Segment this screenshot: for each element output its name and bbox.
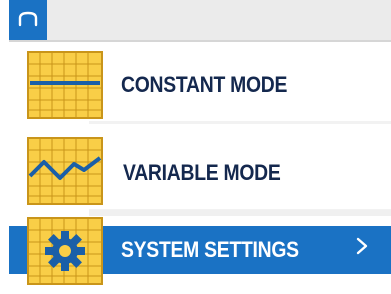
- constant-line-grid-icon: [27, 51, 103, 119]
- variable-wave-grid-icon: [27, 137, 103, 205]
- menu-item-variable-mode[interactable]: VARIABLE MODE: [9, 134, 391, 212]
- menu-item-label: VARIABLE MODE: [123, 160, 281, 185]
- menu-item-constant-mode[interactable]: CONSTANT MODE: [9, 46, 391, 124]
- home-button[interactable]: [9, 0, 47, 40]
- home-caret-icon: [18, 11, 38, 27]
- row-divider: [89, 121, 391, 124]
- menu-item-label: CONSTANT MODE: [121, 72, 288, 97]
- chevron-right-icon: [356, 237, 368, 255]
- gear-grid-icon: [27, 217, 103, 285]
- menu-item-label: SYSTEM SETTINGS: [121, 237, 299, 262]
- menu-item-system-settings[interactable]: SYSTEM SETTINGS: [9, 206, 391, 294]
- header-bar: [9, 0, 391, 42]
